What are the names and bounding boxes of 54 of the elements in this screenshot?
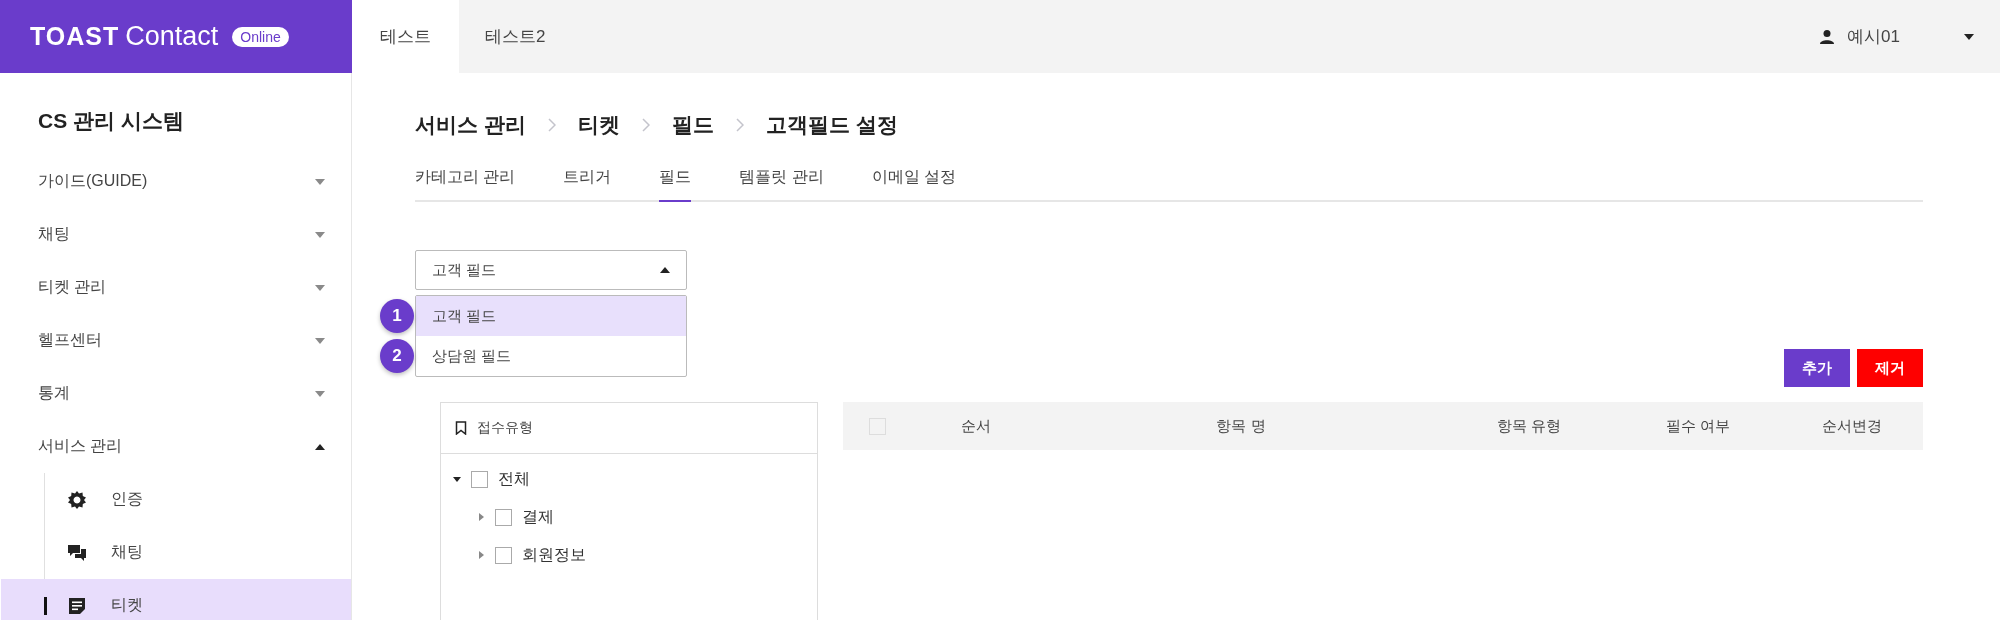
column-header: 항목 명 [1215,415,1267,436]
chat-icon [67,542,87,563]
field-dropdown[interactable]: 고객 필드 [415,250,687,290]
sidebar-subitem[interactable]: 채팅 [1,526,351,579]
caret-icon[interactable] [453,475,461,483]
gear-icon [67,489,87,510]
sidebar-item[interactable]: 서비스 관리 [0,420,351,473]
logo-brand: TOAST [30,22,120,51]
column-header: 필수 여부 [1664,415,1732,436]
sidebar-item[interactable]: 가이드(GUIDE) [0,155,351,208]
dropdown-option[interactable]: 상담원 필드 [416,336,686,376]
logo-bar[interactable]: TOAST Contact Online [0,0,352,73]
dropdown-option[interactable]: 고객 필드 [416,296,686,336]
tab[interactable]: 카테고리 관리 [415,161,516,202]
breadcrumb-item: 티켓 [577,112,620,138]
tab[interactable]: 템플릿 관리 [739,161,824,202]
sidebar-item[interactable]: 헬프센터 [0,314,351,367]
column-header: 순서 [960,415,992,436]
tab[interactable]: 이메일 설정 [871,161,957,202]
tab[interactable]: 트리거 [563,161,612,202]
header-tab[interactable]: 테스트 [352,0,459,73]
caret-icon[interactable] [1964,33,1974,40]
online-badge: Online [232,26,289,47]
sidebar-item[interactable]: 티켓 관리 [0,261,351,314]
remove-button[interactable]: 제거 [1857,349,1923,387]
sidebar-item[interactable]: 채팅 [0,208,351,261]
chevron-icon [641,118,650,132]
tree-node-label[interactable]: 회원정보 [522,544,586,566]
user-name[interactable]: 예시01 [1847,25,1900,48]
chevron-icon [735,118,744,132]
checkbox[interactable] [495,546,512,564]
checkbox[interactable] [495,508,512,526]
document-icon [67,595,87,616]
sidebar-item[interactable]: 통계 [0,367,351,420]
chevron-icon [547,118,556,132]
bookmark-icon [455,421,467,435]
sidebar-subitem[interactable]: 티켓 [1,579,351,620]
breadcrumb-item: 고객필드 설정 [765,112,898,138]
sidebar-title: CS 관리 시스템 [37,108,185,134]
breadcrumb-item: 필드 [671,112,714,138]
add-button[interactable]: 추가 [1784,349,1850,387]
tab[interactable]: 필드 [659,161,692,202]
column-header: 순서변경 [1821,415,1883,436]
checkbox[interactable] [471,470,488,488]
number-marker: 2 [380,339,414,373]
tree-node-label[interactable]: 결제 [522,506,554,528]
breadcrumb-item: 서비스 관리 [415,112,526,138]
tree-node-label[interactable]: 전체 [498,468,530,490]
logo-product: Contact [125,21,219,52]
tree-title: 접수유형 [477,419,533,437]
sidebar-subitem[interactable]: 인증 [1,473,351,526]
number-marker: 1 [380,299,414,333]
column-header: 항목 유형 [1495,415,1563,436]
user-icon [1819,28,1836,45]
